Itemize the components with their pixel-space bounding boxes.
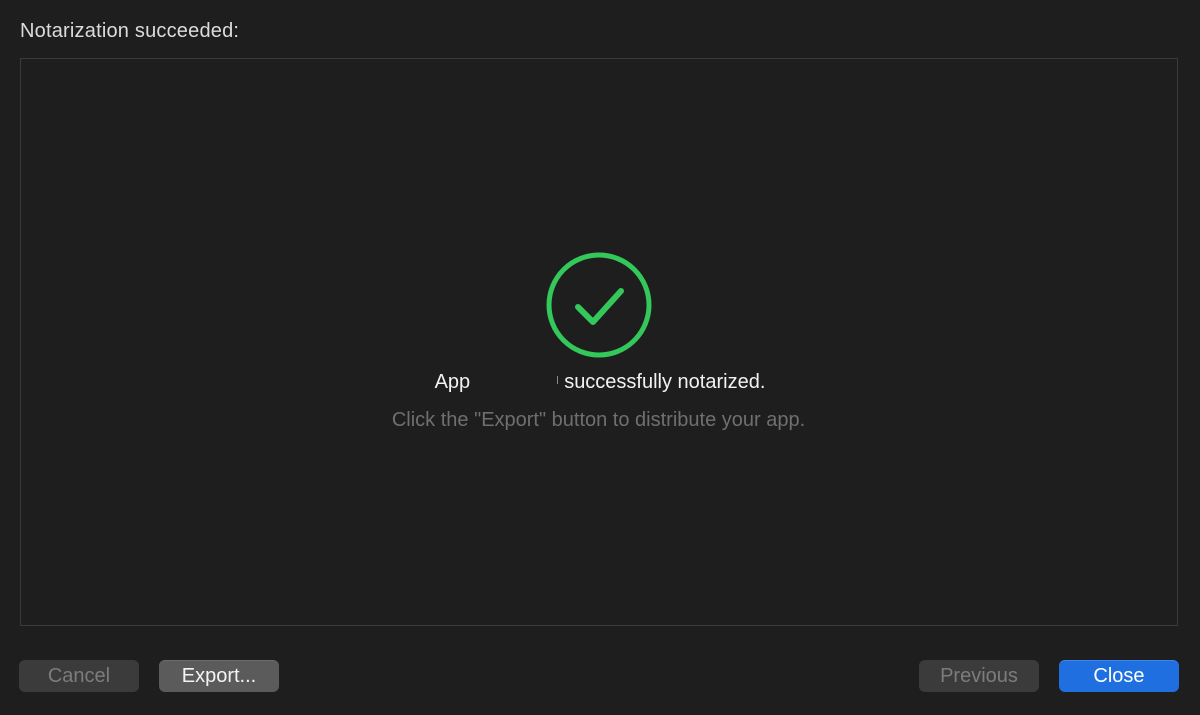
dialog-title: Notarization succeeded: bbox=[20, 20, 240, 42]
checkmark-circle-icon bbox=[546, 252, 652, 358]
message-suffix: successfully notarized. bbox=[564, 371, 766, 393]
cancel-button[interactable]: Cancel bbox=[19, 660, 139, 692]
previous-button[interactable]: Previous bbox=[919, 660, 1039, 692]
notarization-dialog: Notarization succeeded: App successfully … bbox=[0, 0, 1200, 715]
success-message: App successfully notarized. bbox=[0, 371, 1200, 394]
redacted-app-name bbox=[476, 372, 559, 393]
close-button[interactable]: Close bbox=[1059, 660, 1179, 692]
export-hint: Click the "Export" button to distribute … bbox=[391, 409, 806, 431]
export-button[interactable]: Export... bbox=[159, 660, 279, 692]
message-prefix: App bbox=[434, 371, 471, 393]
